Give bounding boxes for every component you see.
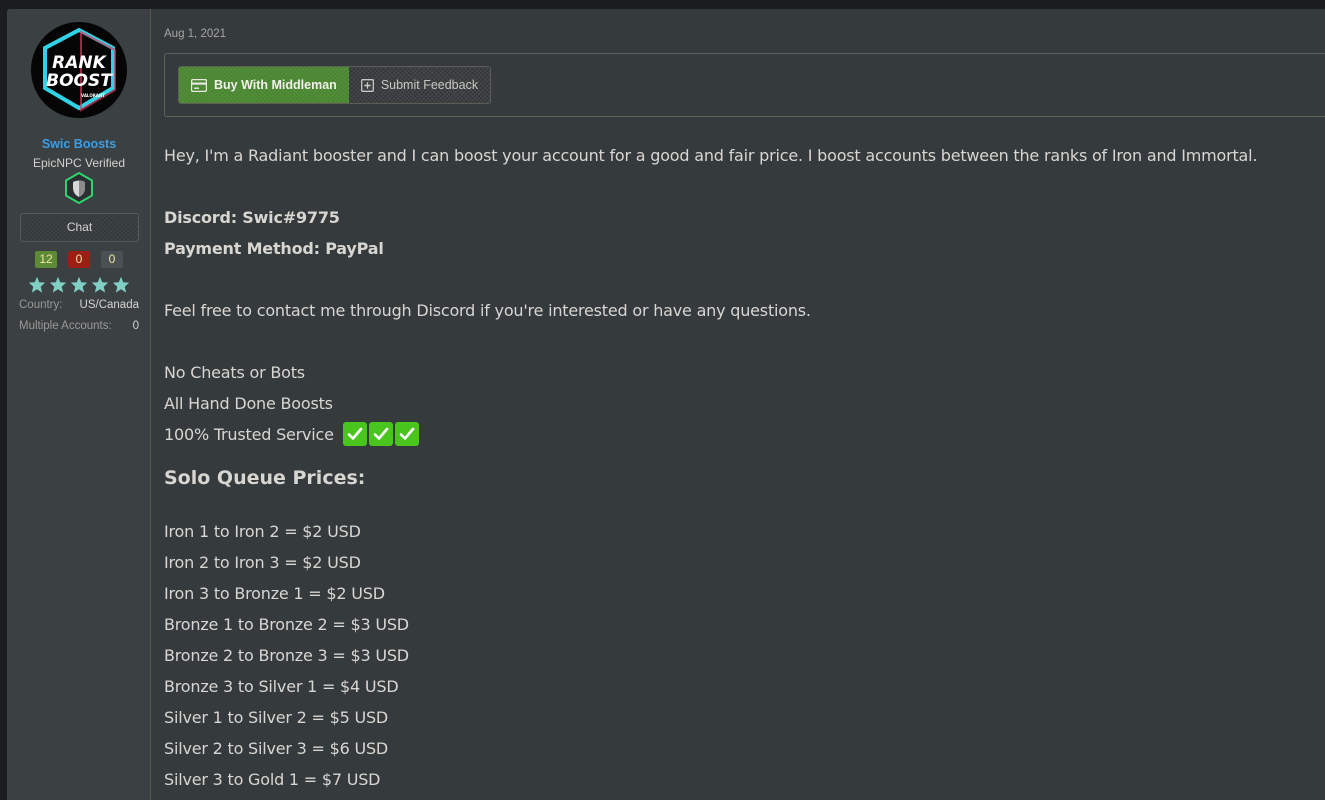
info-value: US/Canada [79, 299, 139, 311]
post-date[interactable]: Aug 1, 2021 [164, 28, 226, 40]
price-item: Silver 1 to Silver 2 = $5 USD [164, 708, 389, 727]
user-sidebar: RANK BOOST VALORANT Swic Boosts EpicNPC … [7, 9, 151, 800]
info-value: 0 [132, 320, 139, 332]
check-mark-icon [342, 421, 367, 446]
post-content: Aug 1, 2021 Buy With Middleman Submit Fe… [164, 9, 1325, 800]
avatar[interactable]: RANK BOOST VALORANT [31, 22, 127, 118]
svg-text:BOOST: BOOST [46, 71, 113, 91]
info-row-multiple-accounts: Multiple Accounts: 0 [19, 320, 139, 332]
price-item: Bronze 2 to Bronze 3 = $3 USD [164, 646, 409, 665]
positive-feedback-count[interactable]: 12 [35, 251, 57, 268]
prices-heading: Solo Queue Prices: [164, 467, 366, 489]
negative-feedback-count[interactable]: 0 [68, 251, 90, 268]
action-bar: Buy With Middleman Submit Feedback [164, 53, 1325, 117]
check-mark-icon [368, 421, 393, 446]
feature-item: No Cheats or Bots [164, 363, 305, 382]
payment-method: Payment Method: PayPal [164, 239, 384, 258]
contact-text: Feel free to contact me through Discord … [164, 301, 811, 320]
discord-contact: Discord: Swic#9775 [164, 208, 340, 227]
user-title: EpicNPC Verified [32, 156, 126, 170]
feature-item-label: 100% Trusted Service [164, 425, 334, 444]
svg-text:RANK: RANK [52, 53, 107, 73]
buy-button-label: Buy With Middleman [214, 78, 337, 92]
submit-feedback-button[interactable]: Submit Feedback [349, 67, 490, 103]
feedback-counts: 12 0 0 [7, 251, 151, 268]
info-label: Multiple Accounts: [19, 320, 112, 332]
info-label: Country: [19, 299, 63, 311]
action-button-group: Buy With Middleman Submit Feedback [178, 66, 492, 104]
forum-post: RANK BOOST VALORANT Swic Boosts EpicNPC … [7, 9, 1325, 800]
chat-button[interactable]: Chat [20, 213, 139, 242]
username[interactable]: Swic Boosts [7, 137, 151, 151]
price-item: Iron 1 to Iron 2 = $2 USD [164, 522, 361, 541]
star-icon [112, 276, 130, 293]
feedback-button-label: Submit Feedback [380, 78, 479, 92]
check-emojis [342, 421, 419, 446]
price-item: Silver 2 to Silver 3 = $6 USD [164, 739, 389, 758]
plus-square-icon [360, 78, 374, 92]
price-item: Silver 3 to Gold 1 = $7 USD [164, 770, 381, 789]
price-list: Iron 1 to Iron 2 = $2 USD Iron 2 to Iron … [164, 516, 1257, 795]
star-icon [49, 276, 67, 293]
feature-item: All Hand Done Boosts [164, 394, 333, 413]
price-item: Bronze 3 to Silver 1 = $4 USD [164, 677, 399, 696]
intro-text: Hey, I'm a Radiant booster and I can boo… [164, 146, 1258, 165]
price-item: Iron 2 to Iron 3 = $2 USD [164, 553, 361, 572]
price-item: Bronze 1 to Bronze 2 = $3 USD [164, 615, 409, 634]
check-mark-icon [394, 421, 419, 446]
info-row-country: Country: US/Canada [19, 299, 139, 311]
star-icon [28, 276, 46, 293]
feature-item-trusted: 100% Trusted Service [164, 419, 1257, 450]
buy-with-middleman-button[interactable]: Buy With Middleman [179, 67, 349, 103]
credit-card-icon [191, 78, 207, 92]
top-bar [0, 0, 1325, 9]
star-icon [70, 276, 88, 293]
star-icon [91, 276, 109, 293]
neutral-feedback-count[interactable]: 0 [101, 251, 123, 268]
svg-text:VALORANT: VALORANT [81, 93, 105, 98]
verified-shield-icon [64, 171, 94, 205]
post-body: Hey, I'm a Radiant booster and I can boo… [164, 140, 1257, 795]
price-item: Iron 3 to Bronze 1 = $2 USD [164, 584, 385, 603]
rating-stars [7, 276, 151, 293]
rank-boost-logo-icon: RANK BOOST VALORANT [43, 27, 116, 112]
